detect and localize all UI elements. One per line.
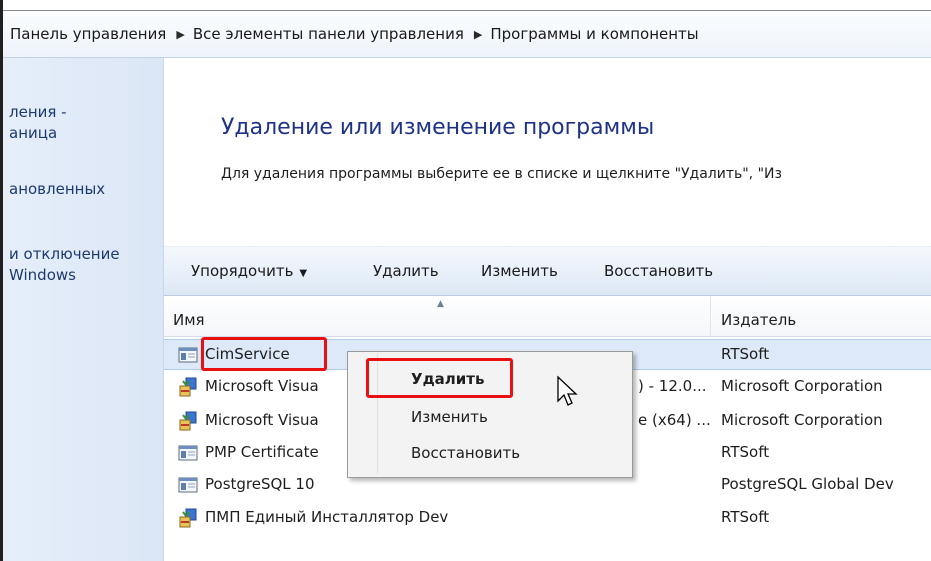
command-toolbar: Упорядочить ▼ Удалить Изменить Восстанови… <box>164 246 931 296</box>
program-publisher: PostgreSQL Global Dev <box>721 475 894 493</box>
organize-label: Упорядочить <box>191 262 294 280</box>
program-icon <box>178 345 198 365</box>
sidebar-link-label: и отключение <box>9 245 120 263</box>
program-name: Microsoft Visua <box>205 411 319 429</box>
dropdown-arrow-icon: ▼ <box>299 268 308 279</box>
change-button[interactable]: Изменить <box>481 262 558 280</box>
sidebar: ления - аница ановленных и отключение Wi… <box>3 58 164 561</box>
highlight-box-uninstall <box>366 358 513 398</box>
program-publisher: Microsoft Corporation <box>721 377 883 395</box>
mouse-pointer-icon <box>557 375 578 406</box>
column-header-publisher[interactable]: Издатель <box>721 311 796 329</box>
column-header-row: ▲ Имя Издатель <box>164 296 931 337</box>
page-title: Удаление или изменение программы <box>221 115 655 140</box>
program-version-fragment: e (x64) ... <box>638 411 711 429</box>
breadcrumb-control-panel[interactable]: Панель управления <box>3 25 166 43</box>
column-divider[interactable] <box>710 296 711 336</box>
sidebar-link-label: ановленных <box>9 180 106 198</box>
program-publisher: RTSoft <box>721 345 770 363</box>
installer-icon <box>178 411 198 431</box>
highlight-box-cimservice <box>201 337 327 371</box>
page-description: Для удаления программы выберите ее в спи… <box>221 166 782 182</box>
uninstall-button[interactable]: Удалить <box>373 262 439 280</box>
program-version-fragment: ) - 12.0... <box>638 377 707 395</box>
table-row[interactable]: ПМП Единый Инсталлятор Dev RTSoft <box>164 503 931 534</box>
installer-icon <box>178 508 198 528</box>
repair-button[interactable]: Восстановить <box>604 262 713 280</box>
program-publisher: RTSoft <box>721 443 770 461</box>
program-icon <box>178 475 198 495</box>
sidebar-link-home[interactable]: ления - аница <box>9 102 67 144</box>
breadcrumb-programs[interactable]: Программы и компоненты <box>490 25 698 43</box>
context-menu-change[interactable]: Изменить <box>411 408 488 426</box>
column-header-name[interactable]: Имя <box>173 311 205 329</box>
sidebar-link-label: Windows <box>9 266 76 284</box>
program-name: PostgreSQL 10 <box>205 475 315 493</box>
sidebar-link-label: ления - <box>9 103 67 121</box>
sidebar-link-installed-updates[interactable]: ановленных <box>9 179 105 200</box>
program-icon <box>178 443 198 463</box>
installer-icon <box>178 377 198 397</box>
context-menu-repair[interactable]: Восстановить <box>411 444 520 462</box>
window-top-border <box>0 0 931 11</box>
sort-ascending-icon: ▲ <box>437 299 444 309</box>
program-name: Microsoft Visua <box>205 377 319 395</box>
program-name: ПМП Единый Инсталлятор Dev <box>205 508 449 526</box>
sidebar-link-windows-features[interactable]: и отключение Windows <box>9 244 120 286</box>
breadcrumb-separator-icon[interactable]: ▶ <box>464 28 490 41</box>
breadcrumb-all-items[interactable]: Все элементы панели управления <box>193 25 464 43</box>
address-bar[interactable]: Панель управления ▶ Все элементы панели … <box>3 11 931 58</box>
program-publisher: Microsoft Corporation <box>721 411 883 429</box>
organize-button[interactable]: Упорядочить ▼ <box>191 262 307 280</box>
sidebar-link-label: аница <box>9 124 58 142</box>
program-name: PMP Certificate <box>205 443 319 461</box>
program-publisher: RTSoft <box>721 508 770 526</box>
breadcrumb-separator-icon[interactable]: ▶ <box>166 28 192 41</box>
